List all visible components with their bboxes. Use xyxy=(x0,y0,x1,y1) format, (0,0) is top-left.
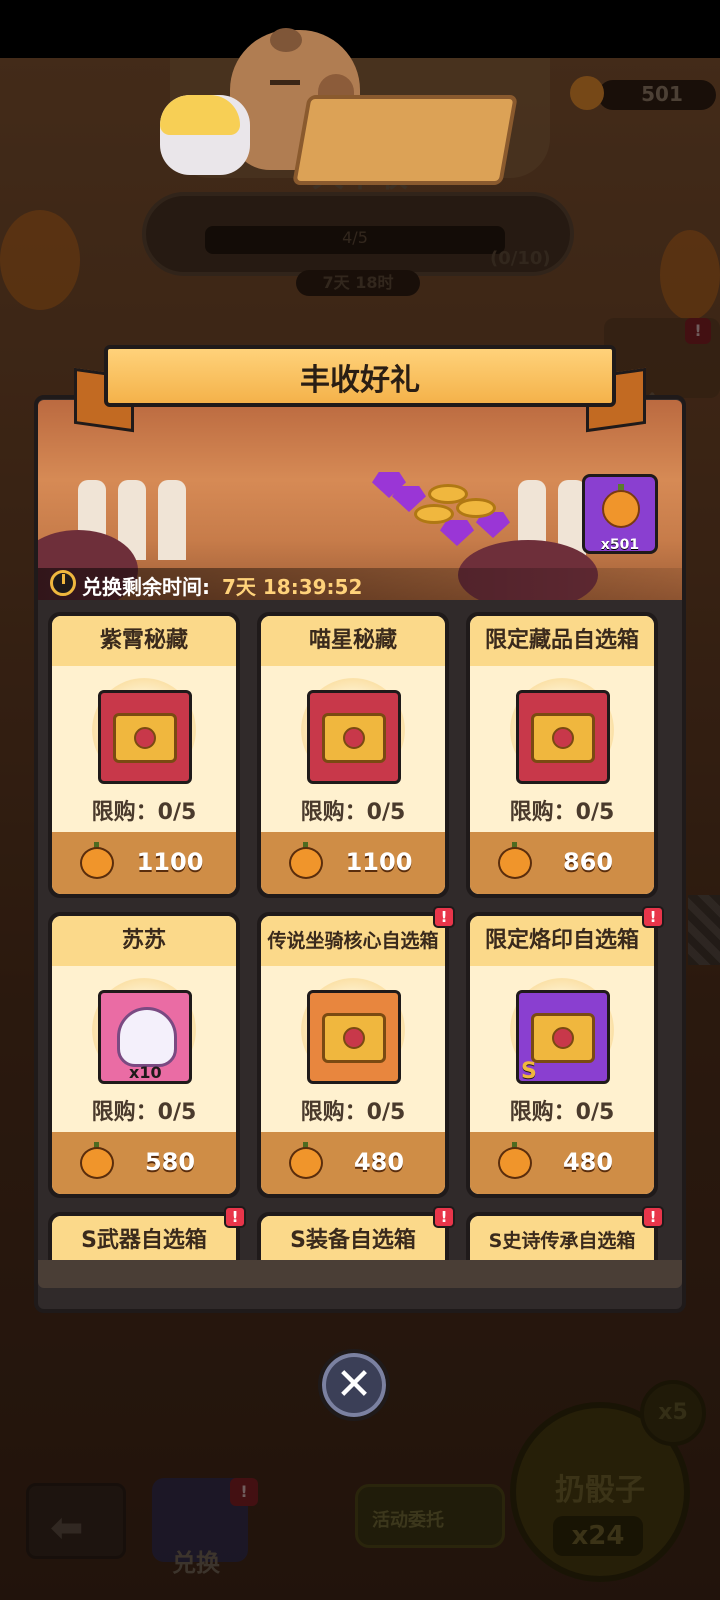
pumpkin-icon xyxy=(80,847,114,879)
item-name: S装备自选箱 xyxy=(261,1216,445,1260)
red-chest-icon xyxy=(98,690,192,784)
card-inner: 限定藏品自选箱 限购：0/5 860 xyxy=(470,616,654,894)
red-chest-icon xyxy=(307,690,401,784)
item-price: 1100 xyxy=(345,848,413,876)
purchase-limit: 限购：0/5 xyxy=(91,1100,197,1125)
fence-post xyxy=(158,480,186,560)
item-price: 480 xyxy=(353,1148,405,1176)
shop-item-card[interactable]: 喵星秘藏 限购：0/5 1100 xyxy=(257,612,449,898)
item-name: S武器自选箱 xyxy=(52,1216,236,1260)
pumpkin-icon xyxy=(80,1147,114,1179)
skull-icon xyxy=(552,1027,574,1049)
item-name: S史诗传承自选箱 xyxy=(470,1216,654,1260)
card-inner: S史诗传承自选箱 xyxy=(470,1216,654,1260)
coin-icon xyxy=(414,504,454,524)
pumpkin-icon xyxy=(602,490,640,528)
exchange-timer-value: 7天 18:39:52 xyxy=(222,575,363,599)
item-name: 限定藏品自选箱 xyxy=(470,616,654,666)
modal-footer xyxy=(38,1260,682,1288)
shop-item-card[interactable]: S武器自选箱 ! xyxy=(48,1206,246,1260)
card-inner: 喵星秘藏 限购：0/5 1100 xyxy=(261,616,445,894)
pumpkin-icon xyxy=(498,847,532,879)
pumpkin-balance-count: x501 xyxy=(600,537,640,553)
treasure-tray xyxy=(292,95,518,185)
coin-icon xyxy=(456,498,496,518)
shop-item-card[interactable]: 苏苏 x10 限购：0/5 580 xyxy=(48,912,240,1198)
shop-item-card[interactable]: 限定藏品自选箱 限购：0/5 860 xyxy=(466,612,658,898)
stopwatch-hand xyxy=(62,574,65,584)
shop-item-card[interactable]: 紫霄秘藏 限购：0/5 1100 xyxy=(48,612,240,898)
item-quantity: x10 xyxy=(129,1063,162,1082)
capybara-ear xyxy=(270,28,302,52)
purchase-limit: 限购：0/5 xyxy=(300,800,406,825)
new-item-badge: ! xyxy=(224,1206,246,1228)
card-inner: 限定烙印自选箱 S 限购：0/5 480 xyxy=(470,916,654,1194)
shop-item-card[interactable]: 传说坐骑核心自选箱 限购：0/5 480 ! xyxy=(257,906,455,1198)
exchange-timer-label: 兑换剩余时间: xyxy=(82,575,210,599)
card-inner: 苏苏 x10 限购：0/5 580 xyxy=(52,916,236,1194)
card-inner: 传说坐骑核心自选箱 限购：0/5 480 xyxy=(261,916,445,1194)
capybara-eye xyxy=(270,80,300,85)
shop-item-card[interactable]: S装备自选箱 ! xyxy=(257,1206,455,1260)
horseshoe-lock-icon xyxy=(343,727,365,749)
item-name: 喵星秘藏 xyxy=(261,616,445,666)
card-inner: S装备自选箱 xyxy=(261,1216,445,1260)
pumpkin-icon xyxy=(498,1147,532,1179)
horseshoe-lock-icon xyxy=(134,727,156,749)
cow-hair xyxy=(160,95,240,135)
close-icon: ✕ xyxy=(335,1359,373,1410)
purchase-limit: 限购：0/5 xyxy=(509,800,615,825)
orange-chest-icon xyxy=(307,990,401,1084)
item-name: 限定烙印自选箱 xyxy=(470,916,654,966)
shop-item-card[interactable]: S史诗传承自选箱 ! xyxy=(466,1206,664,1260)
dragon-pet-icon: x10 xyxy=(98,990,192,1084)
new-item-badge: ! xyxy=(642,906,664,928)
item-price: 480 xyxy=(562,1148,614,1176)
card-inner: S武器自选箱 xyxy=(52,1216,236,1260)
pumpkin-icon xyxy=(289,1147,323,1179)
item-price: 580 xyxy=(144,1148,196,1176)
item-price: 860 xyxy=(562,848,614,876)
purple-chest-icon: S xyxy=(516,990,610,1084)
item-price: 1100 xyxy=(136,848,204,876)
purchase-limit: 限购：0/5 xyxy=(300,1100,406,1125)
modal-title: 丰收好礼 xyxy=(300,363,420,398)
shop-item-grid[interactable]: 紫霄秘藏 限购：0/5 1100 喵星秘藏 限购：0/5 1100 限定藏品自选… xyxy=(38,604,682,1260)
pumpkin-icon xyxy=(289,847,323,879)
purchase-limit: 限购：0/5 xyxy=(509,1100,615,1125)
card-inner: 紫霄秘藏 限购：0/5 1100 xyxy=(52,616,236,894)
new-item-badge: ! xyxy=(433,906,455,928)
item-name: 苏苏 xyxy=(52,916,236,966)
horseshoe-lock-icon xyxy=(343,1027,365,1049)
item-name: 紫霄秘藏 xyxy=(52,616,236,666)
new-item-badge: ! xyxy=(433,1206,455,1228)
item-name: 传说坐骑核心自选箱 xyxy=(261,916,445,966)
dragon-icon xyxy=(117,1007,177,1067)
rank-s-label: S xyxy=(521,1059,537,1084)
red-chest-icon xyxy=(516,690,610,784)
shop-item-card[interactable]: 限定烙印自选箱 S 限购：0/5 480 ! xyxy=(466,906,664,1198)
trophy-icon xyxy=(552,727,574,749)
new-item-badge: ! xyxy=(642,1206,664,1228)
purchase-limit: 限购：0/5 xyxy=(91,800,197,825)
